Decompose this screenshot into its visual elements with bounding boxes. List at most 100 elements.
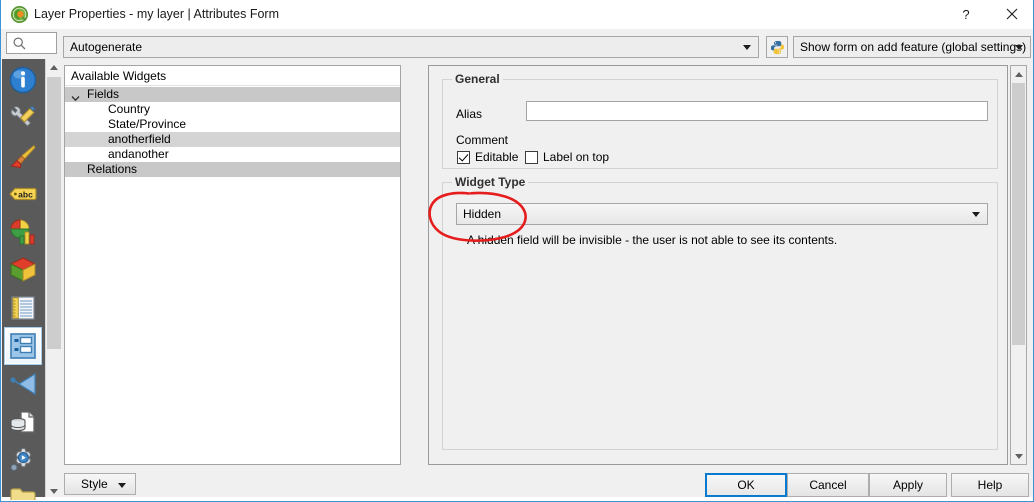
style-button[interactable]: Style [64, 473, 136, 495]
chevron-down-icon [118, 483, 126, 488]
alias-field[interactable] [526, 101, 988, 121]
content-scroll-up-button[interactable] [1011, 66, 1026, 82]
close-button[interactable] [989, 0, 1033, 28]
chevron-up-icon [1014, 71, 1023, 77]
widget-type-groupbox-title: Widget Type [452, 175, 529, 189]
svg-text:abc: abc [18, 190, 33, 200]
properties-sidebar: abc [2, 59, 45, 500]
tree-row-label: andanother [108, 147, 169, 161]
title-bar: Layer Properties - my layer | Attributes… [1, 0, 1033, 29]
style-button-label: Style [81, 477, 108, 491]
form-suppress-combo-value: Show form on add feature (global setting… [800, 40, 1027, 54]
cube-icon [8, 255, 38, 285]
layer-properties-dialog: Layer Properties - my layer | Attributes… [0, 0, 1034, 502]
sidebar-item-display[interactable] [4, 479, 42, 500]
checkbox-checked-icon [457, 150, 470, 164]
tree-row[interactable]: State/Province [65, 117, 400, 132]
help-button-label: Help [977, 478, 1003, 492]
tree-row-label: Country [108, 102, 151, 116]
join-arrow-icon [8, 369, 38, 399]
sidebar-item-joins[interactable] [4, 365, 42, 403]
checkbox-unchecked-icon [525, 150, 538, 164]
form-layout-combo[interactable]: Autogenerate [63, 36, 759, 58]
wrench-screwdriver-icon [8, 103, 38, 133]
general-groupbox-title: General [452, 72, 503, 86]
chevron-down-icon [50, 489, 58, 494]
sidebar-item-source[interactable] [4, 99, 42, 137]
chevron-down-icon [972, 212, 980, 217]
chevron-down-icon [743, 45, 751, 50]
gear-play-icon [8, 445, 38, 475]
alias-label: Alias [456, 107, 483, 121]
form-layout-combo-value: Autogenerate [70, 40, 143, 54]
label-on-top-checkbox[interactable]: Label on top [525, 150, 609, 164]
help-button[interactable]: Help [951, 473, 1029, 497]
sidebar-item-3d-view[interactable] [4, 251, 42, 289]
tree-row-label: State/Province [108, 117, 187, 131]
resize-grip[interactable] [517, 495, 529, 500]
sidebar-scrollbar[interactable] [45, 59, 62, 500]
help-titlebar-button[interactable]: ? [943, 0, 989, 28]
editable-checkbox[interactable]: Editable [457, 150, 518, 164]
sidebar-item-symbology[interactable] [4, 137, 42, 175]
editable-label: Editable [475, 150, 519, 164]
information-icon [8, 65, 38, 95]
available-widgets-tree[interactable]: Available Widgets Fields Country State/P… [64, 65, 401, 465]
sidebar-scrollbar-thumb[interactable] [47, 77, 61, 349]
table-ruler-icon [8, 293, 38, 323]
chevron-up-icon [50, 65, 58, 70]
attributes-form-icon [9, 332, 37, 360]
ok-button-label: OK [737, 478, 755, 492]
apply-button[interactable]: Apply [869, 473, 947, 497]
tree-row[interactable]: Fields [65, 87, 400, 102]
form-suppress-combo[interactable]: Show form on add feature (global setting… [793, 36, 1031, 58]
sidebar-item-diagrams[interactable] [4, 213, 42, 251]
sidebar-scroll-up-button[interactable] [46, 59, 62, 76]
tree-row[interactable]: Relations [65, 162, 400, 177]
sidebar-item-labels[interactable]: abc [4, 175, 42, 213]
comment-label: Comment [456, 133, 509, 147]
widget-type-groupbox: Widget Type Hidden A hidden field will b… [442, 175, 998, 450]
folder-icon [8, 485, 38, 500]
sidebar-item-information[interactable] [4, 61, 42, 99]
tree-column-header: Available Widgets [65, 66, 400, 86]
apply-button-label: Apply [892, 478, 924, 492]
sidebar-item-auxiliary-storage[interactable] [4, 403, 42, 441]
close-icon [1006, 8, 1018, 20]
tree-row[interactable]: andanother [65, 147, 400, 162]
label-on-top-label: Label on top [543, 150, 610, 164]
chevron-down-icon [1014, 453, 1023, 459]
database-page-icon [8, 407, 38, 437]
chevron-down-icon [1015, 45, 1023, 50]
widget-type-description: A hidden field will be invisible - the u… [467, 233, 838, 247]
cancel-button-label: Cancel [809, 478, 847, 492]
sidebar-item-actions[interactable] [4, 441, 42, 479]
tree-row[interactable]: Country [65, 102, 400, 117]
tree-row-label: Relations [87, 162, 138, 176]
chevron-down-icon[interactable] [71, 91, 80, 102]
ok-button[interactable]: OK [705, 473, 787, 497]
python-init-button[interactable] [766, 36, 788, 58]
tree-row[interactable]: anotherfield [65, 132, 400, 147]
content-scroll-down-button[interactable] [1011, 448, 1026, 464]
sidebar-item-fields[interactable] [4, 289, 42, 327]
tree-row-label: anotherfield [108, 132, 171, 146]
widget-settings-panel: General Alias Comment Editable Label on … [428, 65, 1008, 465]
content-scrollbar-thumb[interactable] [1012, 83, 1025, 345]
abc-label-icon: abc [8, 179, 38, 209]
search-input[interactable] [6, 32, 57, 54]
widget-type-combo[interactable]: Hidden [456, 203, 988, 225]
qgis-icon [11, 6, 28, 23]
general-groupbox: General Alias Comment Editable Label on … [442, 72, 998, 169]
tree-row-label: Fields [87, 87, 120, 101]
content-scrollbar[interactable] [1010, 65, 1027, 465]
paintbrush-icon [8, 141, 38, 171]
widget-type-combo-value: Hidden [463, 207, 502, 221]
window-title: Layer Properties - my layer | Attributes… [34, 7, 279, 21]
sidebar-item-attributes-form[interactable] [4, 327, 42, 365]
pie-bar-chart-icon [8, 217, 38, 247]
window-bottom-edge [1, 495, 1033, 501]
search-icon [13, 37, 26, 53]
cancel-button[interactable]: Cancel [787, 473, 869, 497]
question-mark-icon: ? [962, 6, 970, 22]
